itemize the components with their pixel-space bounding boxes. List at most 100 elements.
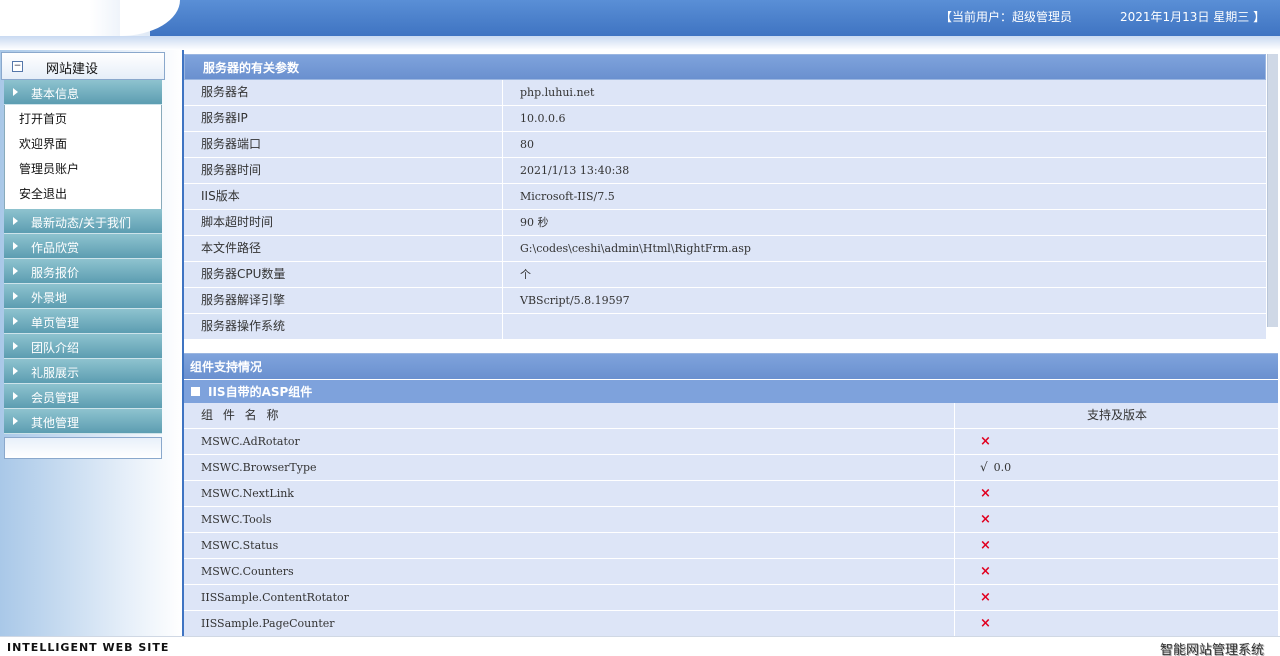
check-icon: √ xyxy=(980,460,988,474)
sidebar-menu-footer xyxy=(4,437,162,459)
component-name: MSWC.BrowserType xyxy=(184,455,955,480)
components-title: 组件支持情况 xyxy=(184,353,1278,379)
sidebar-item-works[interactable]: 作品欣赏 xyxy=(4,234,162,259)
submenu-item-welcome[interactable]: 欢迎界面 xyxy=(5,132,161,157)
server-param-value: 80 xyxy=(520,138,534,151)
sidebar-item-label: 礼服展示 xyxy=(31,366,80,380)
submenu-item-logout[interactable]: 安全退出 xyxy=(5,182,161,207)
component-support: × xyxy=(956,481,991,506)
server-param-key: 服务器CPU数量 xyxy=(184,262,503,287)
component-name: MSWC.NextLink xyxy=(184,481,955,506)
component-row: MSWC.Tools × xyxy=(184,507,1278,533)
server-param-row: 服务器解译引擎 VBScript/5.8.19597 xyxy=(184,288,1266,314)
server-param-row: 服务器CPU数量 个 xyxy=(184,262,1266,288)
server-param-row: IIS版本 Microsoft-IIS/7.5 xyxy=(184,184,1266,210)
caret-right-icon xyxy=(13,342,18,350)
component-version: 0.0 xyxy=(993,461,1012,474)
component-support: × xyxy=(956,559,991,584)
sidebar-title: 网站建设 xyxy=(46,62,99,77)
caret-right-icon xyxy=(13,217,18,225)
cross-icon: × xyxy=(980,564,991,579)
component-support: × xyxy=(956,429,991,454)
component-row: MSWC.Status × xyxy=(184,533,1278,559)
sidebar-item-locations[interactable]: 外景地 xyxy=(4,284,162,309)
sidebar-header[interactable]: − 网站建设 xyxy=(1,52,165,80)
sidebar-item-dresses[interactable]: 礼服展示 xyxy=(4,359,162,384)
sidebar-item-team[interactable]: 团队介绍 xyxy=(4,334,162,359)
server-param-value: php.luhui.net xyxy=(520,86,595,99)
component-row: MSWC.NextLink × xyxy=(184,481,1278,507)
vertical-scrollbar[interactable] xyxy=(1267,54,1278,327)
component-row: MSWC.Counters × xyxy=(184,559,1278,585)
sidebar-item-label: 最新动态/关于我们 xyxy=(31,216,132,230)
sidebar-item-basic-info[interactable]: 基本信息 xyxy=(4,80,162,105)
component-name: IISSample.PageCounter xyxy=(184,611,955,636)
sidebar-item-members[interactable]: 会员管理 xyxy=(4,384,162,409)
sidebar: − 网站建设 基本信息 打开首页 欢迎界面 管理员账户 安全退出 最新动态/关于… xyxy=(0,50,182,636)
server-params-table: 服务器名 php.luhui.net 服务器IP 10.0.0.6 服务器端口 80 服务器… xyxy=(184,80,1266,340)
server-param-row: 本文件路径 G:\codes\ceshi\admin\Html\RightFrm.… xyxy=(184,236,1266,262)
server-param-row: 服务器名 php.luhui.net xyxy=(184,80,1266,106)
component-row: MSWC.BrowserType √ 0.0 xyxy=(184,455,1278,481)
cross-icon: × xyxy=(980,434,991,449)
caret-right-icon xyxy=(13,367,18,375)
footer: INTELLIGENT WEB SITE 智能网站管理系统 xyxy=(0,636,1280,656)
component-support: × xyxy=(956,585,991,610)
server-param-row: 脚本超时时间 90 秒 xyxy=(184,210,1266,236)
component-row: MSWC.AdRotator × xyxy=(184,429,1278,455)
main-content: 服务器的有关参数 服务器名 php.luhui.net 服务器IP 10.0.0.6 服… xyxy=(184,54,1280,636)
server-param-value: VBScript/5.8.19597 xyxy=(520,294,630,307)
server-param-key: 服务器名 xyxy=(184,80,503,105)
server-param-row: 服务器操作系统 xyxy=(184,314,1266,340)
component-name: IISSample.ContentRotator xyxy=(184,585,955,610)
cross-icon: × xyxy=(980,616,991,631)
square-bullet-icon xyxy=(191,387,200,396)
sidebar-item-label: 基本信息 xyxy=(31,87,80,101)
collapse-icon[interactable]: − xyxy=(12,61,23,72)
server-param-row: 服务器时间 2021/1/13 13:40:38 xyxy=(184,158,1266,184)
column-header-name: 组 件 名 称 xyxy=(184,403,955,428)
component-support: × xyxy=(956,507,991,532)
top-banner: 【当前用户：超级管理员 2021年1月13日 星期三 】 xyxy=(0,0,1280,36)
caret-right-icon xyxy=(13,317,18,325)
sidebar-item-pages[interactable]: 单页管理 xyxy=(4,309,162,334)
server-param-value: 10.0.0.6 xyxy=(520,112,566,125)
sidebar-item-label: 团队介绍 xyxy=(31,341,80,355)
server-param-row: 服务器IP 10.0.0.6 xyxy=(184,106,1266,132)
sidebar-item-label: 会员管理 xyxy=(31,391,80,405)
caret-right-icon xyxy=(13,392,18,400)
caret-right-icon xyxy=(13,88,18,96)
server-param-value xyxy=(504,314,520,339)
component-name: MSWC.Status xyxy=(184,533,955,558)
component-row: IISSample.ContentRotator × xyxy=(184,585,1278,611)
server-param-key: 服务器解译引擎 xyxy=(184,288,503,313)
submenu-item-open-homepage[interactable]: 打开首页 xyxy=(5,107,161,132)
server-param-key: 本文件路径 xyxy=(184,236,503,261)
sidebar-item-other[interactable]: 其他管理 xyxy=(4,409,162,434)
sidebar-item-label: 外景地 xyxy=(31,291,68,305)
server-param-value: Microsoft-IIS/7.5 xyxy=(520,190,615,203)
submenu-item-admin-account[interactable]: 管理员账户 xyxy=(5,157,161,182)
sidebar-item-label: 服务报价 xyxy=(31,266,80,280)
sidebar-item-label: 单页管理 xyxy=(31,316,80,330)
sidebar-item-label: 作品欣赏 xyxy=(31,241,80,255)
banner-shadow xyxy=(0,36,1280,50)
banner-curve xyxy=(120,0,180,36)
server-params-panel: 服务器的有关参数 服务器名 php.luhui.net 服务器IP 10.0.0.6 服… xyxy=(184,54,1266,340)
components-table: MSWC.AdRotator × MSWC.BrowserType √ 0.0 MSWC.… xyxy=(184,429,1278,636)
caret-right-icon xyxy=(13,292,18,300)
cross-icon: × xyxy=(980,486,991,501)
sidebar-item-news-about[interactable]: 最新动态/关于我们 xyxy=(4,209,162,234)
server-param-value: 个 xyxy=(520,268,531,281)
server-param-key: 服务器IP xyxy=(184,106,503,131)
component-name: MSWC.Counters xyxy=(184,559,955,584)
caret-right-icon xyxy=(13,417,18,425)
sidebar-item-pricing[interactable]: 服务报价 xyxy=(4,259,162,284)
server-param-value: G:\codes\ceshi\admin\Html\RightFrm.asp xyxy=(520,242,751,255)
components-table-header: 组 件 名 称 支持及版本 xyxy=(184,403,1278,429)
component-row: IISSample.PageCounter × xyxy=(184,611,1278,636)
component-name: MSWC.AdRotator xyxy=(184,429,955,454)
components-subtitle-label: IIS自带的ASP组件 xyxy=(208,385,313,399)
current-date-label: 2021年1月13日 星期三 】 xyxy=(1120,10,1266,24)
server-param-key: 服务器端口 xyxy=(184,132,503,157)
